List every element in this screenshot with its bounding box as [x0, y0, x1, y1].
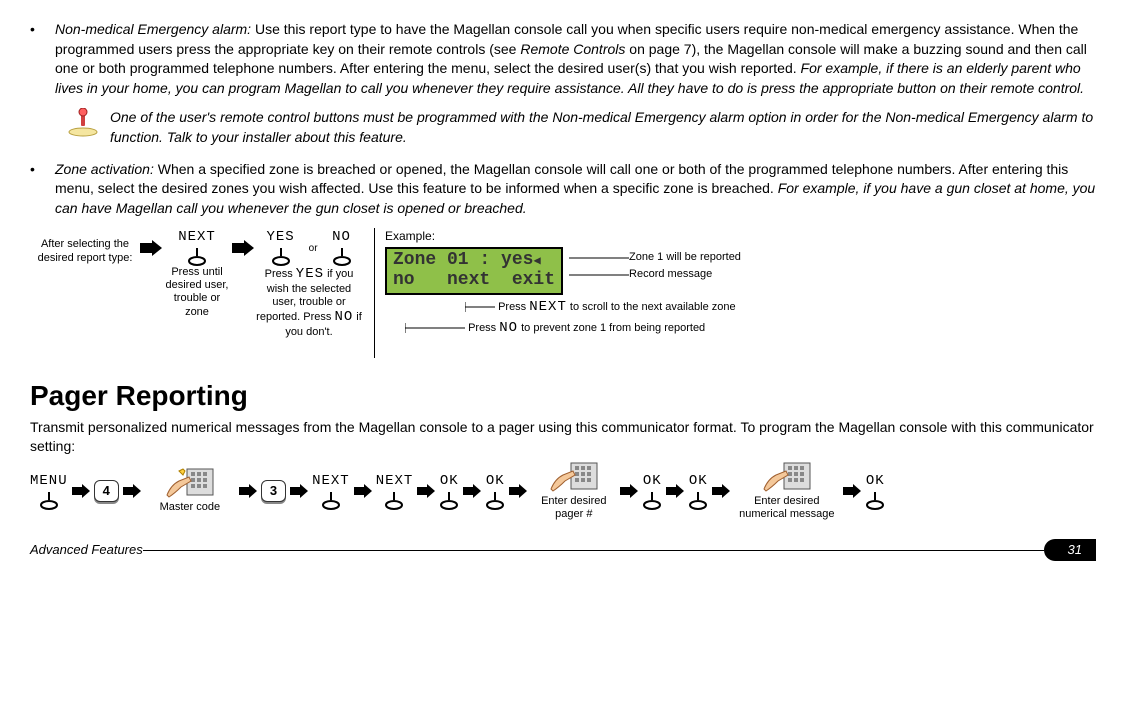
- keypad-hand-icon: [165, 467, 215, 501]
- diag-next-col: NEXT Press until desired user, trouble o…: [162, 228, 232, 318]
- ok-key-label: OK: [486, 472, 505, 492]
- pushpin-icon: [65, 108, 105, 146]
- pager-intro-text: Transmit personalized numerical messages…: [30, 418, 1096, 457]
- example-block: Example: Zone 01 : yes◀ no next exit Zon…: [385, 228, 1096, 336]
- lcd-line1: Zone 01 : yes: [393, 250, 533, 270]
- keypad-hand-icon: [549, 461, 599, 495]
- next-caption: Press until desired user, trouble or zon…: [162, 266, 232, 319]
- ok-key-label: OK: [866, 472, 885, 492]
- bullet-text: Non-medical Emergency alarm: Use this re…: [55, 20, 1096, 98]
- anno-next-scroll: Press NEXT to scroll to the next availab…: [465, 299, 1096, 316]
- heading-pager-reporting: Pager Reporting: [30, 376, 1096, 415]
- ok-key-label: OK: [643, 472, 662, 492]
- zone-diagram: After selecting the desired report type:…: [30, 228, 1096, 358]
- menu-key-label: MENU: [30, 472, 68, 492]
- bullet-dot: •: [30, 20, 55, 98]
- arrow-icon: [666, 484, 684, 498]
- lcd-display: Zone 01 : yes◀ no next exit: [385, 247, 563, 295]
- enter-msg-label: Enter desired numerical message: [734, 495, 839, 521]
- footer-section: Advanced Features: [30, 541, 143, 559]
- arrow-icon: [72, 484, 90, 498]
- footer-page-number: 31: [1044, 539, 1096, 561]
- bullet-text: Zone activation: When a specified zone i…: [55, 160, 1096, 219]
- button-icon: [384, 492, 404, 510]
- diag-after-label: After selecting the desired report type:: [38, 238, 133, 263]
- anno-zone-reported: Zone 1 will be reported: [629, 251, 741, 264]
- arrow-icon: [232, 228, 254, 256]
- arrow-icon: [620, 484, 638, 498]
- enter-pager-label: Enter desired pager #: [531, 495, 616, 521]
- arrow-icon: [290, 484, 308, 498]
- arrow-icon: [239, 484, 257, 498]
- button-icon: [39, 492, 59, 510]
- keypad-hand-icon: [762, 461, 812, 495]
- arrow-icon: [417, 484, 435, 498]
- button-icon: [332, 248, 352, 266]
- bullet-non-medical: • Non-medical Emergency alarm: Use this …: [30, 20, 1096, 98]
- bullet-title: Non-medical Emergency alarm:: [55, 21, 251, 37]
- anno-no-prevent: Press NO to prevent zone 1 from being re…: [405, 320, 1096, 337]
- note-text: One of the user's remote control buttons…: [110, 108, 1096, 147]
- bullet-ref: Remote Controls: [520, 41, 625, 57]
- or-label: or: [309, 228, 318, 256]
- diag-after-text: After selecting the desired report type:: [30, 228, 140, 264]
- button-icon: [688, 492, 708, 510]
- diag-yesno-col: YES or NO Press YES if you wish the sele…: [254, 228, 364, 339]
- arrow-icon: [463, 484, 481, 498]
- separator: [374, 228, 375, 358]
- arrow-icon: [354, 484, 372, 498]
- button-icon: [187, 248, 207, 266]
- arrow-icon: [509, 484, 527, 498]
- example-label: Example:: [385, 228, 1096, 245]
- arrow-icon: [140, 228, 162, 256]
- button-icon: [439, 492, 459, 510]
- yes-key-label: YES: [266, 228, 294, 248]
- annotations: Zone 1 will be reported Record message: [569, 247, 741, 281]
- arrow-icon: [843, 484, 861, 498]
- button-icon: [485, 492, 505, 510]
- bullet-title: Zone activation:: [55, 161, 154, 177]
- ok-key-label: OK: [689, 472, 708, 492]
- pager-flow-diagram: MENU 4 Master code 3 NEXT NEXT OK OK Ent…: [30, 461, 1096, 521]
- bullet-dot: •: [30, 160, 55, 219]
- bullet-zone-activation: • Zone activation: When a specified zone…: [30, 160, 1096, 219]
- button-icon: [642, 492, 662, 510]
- button-icon: [271, 248, 291, 266]
- button-icon: [865, 492, 885, 510]
- no-key-label: NO: [332, 228, 351, 248]
- page-footer: Advanced Features 31: [30, 539, 1096, 561]
- arrow-icon: [712, 484, 730, 498]
- key-3: 3: [261, 480, 286, 502]
- master-code-label: Master code: [160, 501, 221, 514]
- next-key-label: NEXT: [178, 228, 216, 248]
- arrow-icon: [123, 484, 141, 498]
- next-key-label: NEXT: [312, 472, 350, 492]
- button-icon: [321, 492, 341, 510]
- yesno-caption: Press YES if you wish the selected user,…: [254, 266, 364, 339]
- anno-record-msg: Record message: [629, 268, 712, 281]
- next-key-label: NEXT: [376, 472, 414, 492]
- note-block: One of the user's remote control buttons…: [65, 108, 1096, 147]
- lcd-line2: no next exit: [393, 270, 555, 290]
- key-4: 4: [94, 480, 119, 502]
- ok-key-label: OK: [440, 472, 459, 492]
